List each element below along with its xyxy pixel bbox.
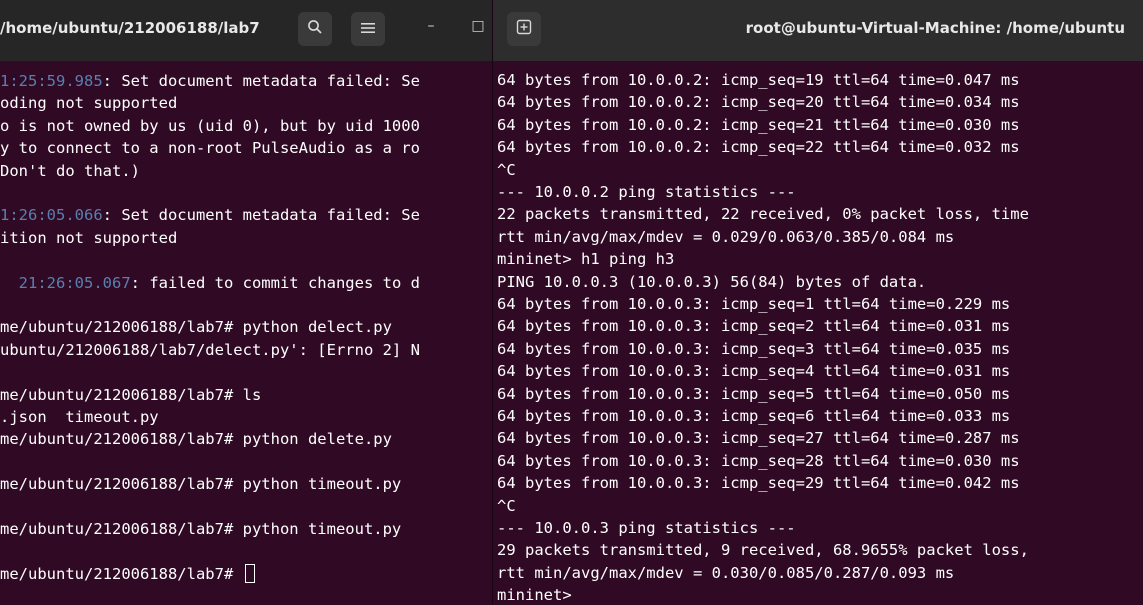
line-text: y to connect to a non-root PulseAudio as… [0, 139, 420, 158]
terminal-line: me/ubuntu/212006188/lab7# python timeout… [0, 473, 401, 495]
minimize-button[interactable]: – [421, 18, 441, 34]
line-text: .json timeout.py [0, 408, 159, 426]
line-text: me/ubuntu/212006188/lab7# python delect.… [0, 318, 392, 337]
terminal-line: 64 bytes from 10.0.0.3: icmp_seq=27 ttl=… [497, 429, 1020, 448]
terminal-line: y to connect to a non-root PulseAudio as… [0, 137, 420, 159]
terminal-line: me/ubuntu/212006188/lab7# python delete.… [0, 428, 392, 450]
terminal-line: 64 bytes from 10.0.0.3: icmp_seq=29 ttl=… [497, 474, 1020, 493]
right-terminal-output[interactable]: 64 bytes from 10.0.0.2: icmp_seq=19 ttl=… [493, 61, 1143, 605]
terminal-line: 64 bytes from 10.0.0.2: icmp_seq=21 ttl=… [497, 115, 1020, 134]
left-header-bar: /home/ubuntu/212006188/lab7 – □ [0, 0, 492, 61]
terminal-line: me/ubuntu/212006188/lab7# python timeout… [0, 518, 401, 540]
right-header-bar: root@ubuntu-Virtual-Machine: /home/ubunt… [493, 0, 1143, 61]
terminal-line: 1:25:59.985: Set document metadata faile… [0, 70, 420, 92]
line-text: me/ubuntu/212006188/lab7# [0, 564, 243, 583]
terminal-line: .json timeout.py [0, 406, 159, 428]
line-text: oding not supported [0, 94, 178, 113]
terminal-line: PING 10.0.0.3 (10.0.0.3) 56(84) bytes of… [497, 272, 927, 291]
terminal-line: 22 packets transmitted, 22 received, 0% … [497, 205, 1029, 224]
line-text: ition not supported [0, 228, 178, 247]
left-window-title: /home/ubuntu/212006188/lab7 [0, 19, 260, 37]
terminal-line: 64 bytes from 10.0.0.2: icmp_seq=19 ttl=… [497, 71, 1020, 89]
left-terminal-output[interactable]: 1:25:59.985: Set document metadata faile… [0, 70, 492, 605]
right-terminal-window[interactable]: root@ubuntu-Virtual-Machine: /home/ubunt… [492, 0, 1143, 605]
terminal-line: 64 bytes from 10.0.0.2: icmp_seq=20 ttl=… [497, 93, 1020, 112]
terminal-line: 64 bytes from 10.0.0.3: icmp_seq=28 ttl=… [497, 451, 1020, 470]
terminal-line: Don't do that.) [0, 160, 140, 182]
terminal-line: 1:26:05.066: Set document metadata faile… [0, 204, 420, 226]
terminal-line: --- 10.0.0.3 ping statistics --- [497, 519, 796, 537]
terminal-line: ^C [497, 496, 516, 515]
terminal-line: ition not supported [0, 227, 177, 249]
terminal-line: o is not owned by us (uid 0), but by uid… [0, 115, 420, 137]
terminal-line: me/ubuntu/212006188/lab7# python delect.… [0, 316, 392, 338]
terminal-line: mininet> [497, 586, 572, 605]
terminal-cursor [244, 563, 255, 583]
search-icon [307, 19, 323, 39]
search-button[interactable] [298, 12, 332, 46]
line-text: me/ubuntu/212006188/lab7# python timeout… [0, 520, 402, 538]
terminal-line: rtt min/avg/max/mdev = 0.029/0.063/0.385… [497, 227, 955, 246]
terminal-line: 64 bytes from 10.0.0.3: icmp_seq=4 ttl=6… [497, 362, 1011, 381]
line-text: me/ubuntu/212006188/lab7# python timeout… [0, 475, 402, 494]
terminal-line: 64 bytes from 10.0.0.3: icmp_seq=2 ttl=6… [497, 317, 1011, 336]
new-tab-button[interactable] [507, 12, 541, 46]
terminal-line: me/ubuntu/212006188/lab7# [0, 563, 255, 585]
timestamp-text: 1:25:59.985 [0, 72, 103, 90]
menu-button[interactable] [351, 12, 385, 46]
terminal-line: 64 bytes from 10.0.0.3: icmp_seq=3 ttl=6… [497, 339, 1011, 358]
hamburger-menu-icon [361, 20, 375, 38]
terminal-line: mininet> h1 ping h3 [497, 250, 675, 269]
terminal-line: 21:26:05.067: failed to commit changes t… [0, 272, 420, 294]
right-window-title: root@ubuntu-Virtual-Machine: /home/ubunt… [745, 19, 1125, 37]
line-text: ubuntu/212006188/lab7/delect.py': [Errno… [0, 340, 420, 359]
terminal-line: 29 packets transmitted, 9 received, 68.9… [497, 541, 1029, 560]
terminal-line: ubuntu/212006188/lab7/delect.py': [Errno… [0, 339, 420, 361]
terminal-line: ^C [497, 160, 516, 179]
terminal-line: rtt min/avg/max/mdev = 0.030/0.085/0.287… [497, 563, 955, 582]
terminal-line: oding not supported [0, 92, 177, 114]
new-tab-icon [516, 19, 532, 39]
terminal-line: 64 bytes from 10.0.0.3: icmp_seq=1 ttl=6… [497, 295, 1011, 313]
line-text: me/ubuntu/212006188/lab7# ls [0, 385, 262, 404]
terminal-line: 64 bytes from 10.0.0.2: icmp_seq=22 ttl=… [497, 138, 1020, 157]
maximize-button[interactable]: □ [468, 18, 488, 34]
line-text: : Set document metadata failed: Se [102, 72, 420, 90]
terminal-line: me/ubuntu/212006188/lab7# ls [0, 384, 261, 406]
terminal-line: 64 bytes from 10.0.0.3: icmp_seq=6 ttl=6… [497, 407, 1011, 425]
line-text: o is not owned by us (uid 0), but by uid… [0, 116, 420, 135]
line-text: : failed to commit changes to d [130, 273, 420, 292]
line-text: : Set document metadata failed: Se [102, 206, 420, 225]
line-text: me/ubuntu/212006188/lab7# python delete.… [0, 430, 392, 449]
line-text: Don't do that.) [0, 161, 140, 180]
timestamp-text: 21:26:05.067 [0, 273, 131, 292]
terminal-line: 64 bytes from 10.0.0.3: icmp_seq=5 ttl=6… [497, 384, 1011, 403]
left-terminal-window[interactable]: /home/ubuntu/212006188/lab7 – □ 1:25:59.… [0, 0, 492, 605]
terminal-line: --- 10.0.0.2 ping statistics --- [497, 183, 796, 201]
timestamp-text: 1:26:05.066 [0, 206, 103, 225]
